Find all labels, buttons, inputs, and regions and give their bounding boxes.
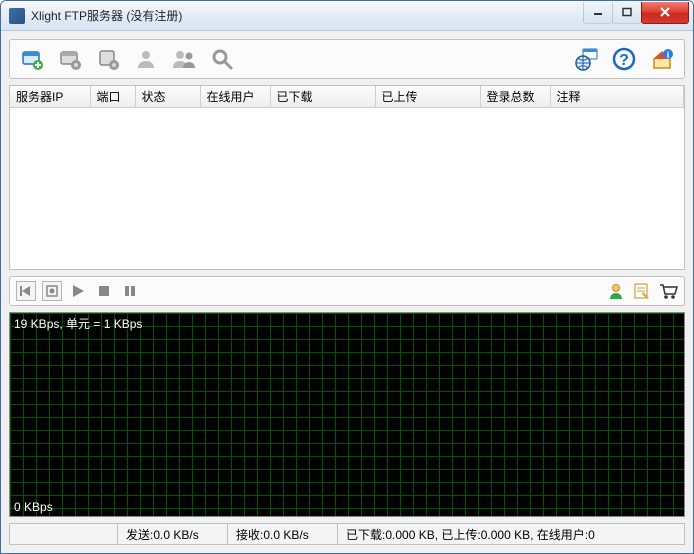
edit-log-icon <box>633 282 651 300</box>
user-status-icon <box>607 282 625 300</box>
main-toolbar: ? i <box>9 39 685 79</box>
add-server-icon <box>20 47 44 71</box>
window-title: Xlight FTP服务器 (没有注册) <box>31 7 583 24</box>
playback-toolbar <box>9 276 685 306</box>
stop-record-button[interactable] <box>42 281 62 301</box>
step-back-icon <box>20 285 32 297</box>
help-icon: ? <box>612 47 636 71</box>
home-info-icon: i <box>650 47 674 71</box>
graph-bottom-label: 0 KBps <box>14 500 53 514</box>
col-login-total[interactable]: 登录总数 <box>480 86 550 108</box>
graph-top-label: 19 KBps, 单元 = 1 KBps <box>14 315 142 332</box>
stop-record-icon <box>46 285 58 297</box>
server-list-header-row: 服务器IP 端口 状态 在线用户 已下载 已上传 登录总数 注释 <box>10 86 684 108</box>
col-uploaded[interactable]: 已上传 <box>375 86 480 108</box>
server-settings-button[interactable] <box>56 45 84 73</box>
col-status[interactable]: 状态 <box>135 86 200 108</box>
bandwidth-graph: 19 KBps, 单元 = 1 KBps 0 KBps <box>9 312 685 517</box>
graph-grid <box>10 313 684 516</box>
pause-button[interactable] <box>120 281 140 301</box>
maximize-button[interactable] <box>612 2 642 24</box>
minimize-button[interactable] <box>583 2 613 24</box>
play-button[interactable] <box>68 281 88 301</box>
col-port[interactable]: 端口 <box>90 86 135 108</box>
global-settings-icon <box>96 47 120 71</box>
close-button[interactable] <box>641 2 689 24</box>
pause-icon <box>124 285 136 297</box>
minimize-icon <box>592 7 604 17</box>
col-comment[interactable]: 注释 <box>550 86 684 108</box>
step-back-button[interactable] <box>16 281 36 301</box>
cart-icon <box>658 282 678 300</box>
status-send: 发送:0.0 KB/s <box>118 524 228 544</box>
single-user-button[interactable] <box>132 45 160 73</box>
play-icon <box>71 284 85 298</box>
user-status-button[interactable] <box>606 281 626 301</box>
edit-log-button[interactable] <box>632 281 652 301</box>
server-list[interactable]: 服务器IP 端口 状态 在线用户 已下载 已上传 登录总数 注释 <box>9 85 685 270</box>
close-icon <box>659 7 671 17</box>
stop-button[interactable] <box>94 281 114 301</box>
multi-user-button[interactable] <box>170 45 198 73</box>
globe-window-icon <box>573 47 599 71</box>
svg-text:?: ? <box>619 52 629 69</box>
col-downloaded[interactable]: 已下载 <box>270 86 375 108</box>
maximize-icon <box>621 7 633 17</box>
cart-button[interactable] <box>658 281 678 301</box>
search-icon <box>210 47 234 71</box>
user-icon <box>134 47 158 71</box>
search-button[interactable] <box>208 45 236 73</box>
col-server-ip[interactable]: 服务器IP <box>10 86 90 108</box>
help-button[interactable]: ? <box>610 45 638 73</box>
stop-icon <box>98 285 110 297</box>
svg-text:i: i <box>667 50 670 60</box>
server-settings-icon <box>58 47 82 71</box>
status-summary: 已下载:0.000 KB, 已上传:0.000 KB, 在线用户:0 <box>338 524 684 544</box>
col-online-users[interactable]: 在线用户 <box>200 86 270 108</box>
global-settings-button[interactable] <box>94 45 122 73</box>
status-bar: 发送:0.0 KB/s 接收:0.0 KB/s 已下载:0.000 KB, 已上… <box>9 523 685 545</box>
app-window: Xlight FTP服务器 (没有注册) <box>0 0 694 554</box>
internet-status-button[interactable] <box>572 45 600 73</box>
status-recv: 接收:0.0 KB/s <box>228 524 338 544</box>
title-bar[interactable]: Xlight FTP服务器 (没有注册) <box>1 1 693 31</box>
app-icon <box>9 8 25 24</box>
status-cell-empty <box>10 524 118 544</box>
home-button[interactable]: i <box>648 45 676 73</box>
add-server-button[interactable] <box>18 45 46 73</box>
users-icon <box>171 47 197 71</box>
